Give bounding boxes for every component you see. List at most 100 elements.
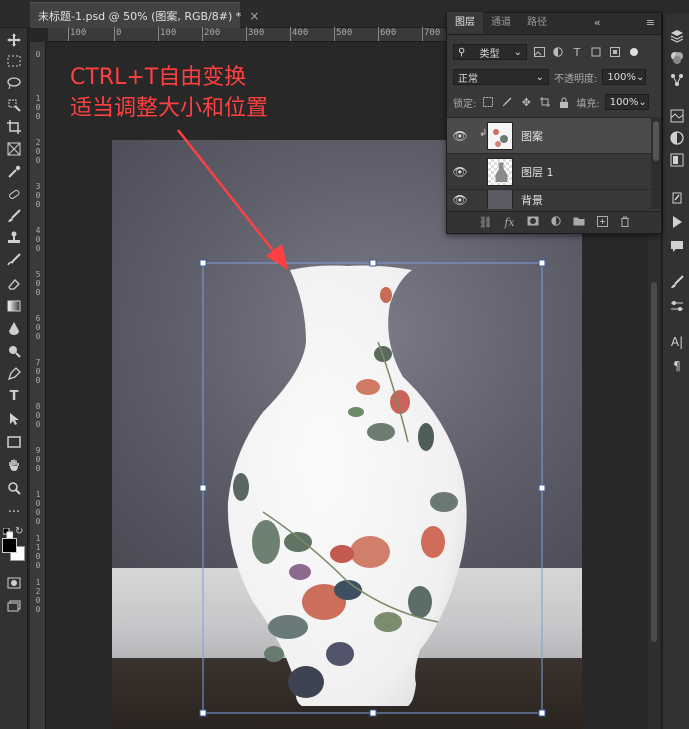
blur-icon[interactable]: [3, 318, 25, 338]
ruler-label: 9 0 0: [35, 446, 41, 473]
visibility-eye-icon[interactable]: 👁: [447, 165, 473, 179]
dodge-icon[interactable]: [3, 341, 25, 361]
more-tools-icon[interactable]: ···: [3, 502, 25, 522]
ruler-tick: [158, 27, 159, 41]
ruler-label: 200: [204, 28, 221, 38]
screen-mode-icon[interactable]: [3, 596, 25, 616]
ruler-label: 500: [336, 28, 353, 38]
layer-name: 图案: [521, 129, 543, 143]
add-mask-icon[interactable]: [527, 216, 539, 229]
filter-smart-object-icon[interactable]: [608, 45, 622, 59]
ruler-label: 1 2 0 0: [35, 578, 41, 614]
rectangle-icon[interactable]: [3, 432, 25, 452]
lock-pixels-icon[interactable]: [500, 95, 514, 109]
marquee-icon[interactable]: [3, 51, 25, 71]
panel-collapse-icon[interactable]: «: [588, 12, 607, 34]
character-icon[interactable]: A|: [667, 332, 687, 352]
path-select-icon[interactable]: [3, 409, 25, 429]
lock-all-icon[interactable]: [557, 95, 571, 109]
ruler-tick: [334, 27, 335, 41]
pen-icon[interactable]: [3, 364, 25, 384]
layers-scrollbar-thumb[interactable]: [653, 121, 659, 161]
tab-channels[interactable]: 通道: [483, 12, 519, 34]
hand-icon[interactable]: [3, 455, 25, 475]
type-icon[interactable]: T: [3, 386, 25, 406]
brushes-icon[interactable]: [667, 272, 687, 292]
default-colors-icon[interactable]: [2, 527, 14, 539]
color-icon[interactable]: [667, 48, 687, 68]
stamp-icon[interactable]: [3, 228, 25, 248]
paragraph-icon[interactable]: ¶: [667, 356, 687, 376]
ruler-label: 1 1 0 0: [35, 534, 41, 570]
filter-pixel-icon[interactable]: [532, 45, 546, 59]
close-tab-icon[interactable]: ×: [249, 9, 259, 23]
eyedropper-icon[interactable]: [3, 162, 25, 182]
lock-position-icon[interactable]: ✥: [519, 95, 533, 109]
panel-tabs: 图层 通道 路径 « ≡: [447, 12, 661, 35]
ruler-label: 3 0 0: [35, 182, 41, 209]
filter-type-icon[interactable]: T: [570, 45, 584, 59]
filter-adjustment-icon[interactable]: [551, 45, 565, 59]
ruler-label: 600: [380, 28, 397, 38]
comment-icon[interactable]: [667, 236, 687, 256]
annotation-line-1: CTRL+T自由变换: [70, 65, 247, 90]
visibility-eye-icon[interactable]: 👁: [447, 193, 473, 207]
tab-paths[interactable]: 路径: [519, 12, 555, 34]
layer-row-layer1[interactable]: 👁 图层 1: [447, 153, 651, 189]
crop-icon[interactable]: [3, 117, 25, 137]
delete-layer-icon[interactable]: [620, 216, 630, 230]
adjustments-icon[interactable]: [667, 128, 687, 148]
actions-icon[interactable]: [667, 212, 687, 232]
opacity-field[interactable]: 100% ⌄: [602, 69, 647, 85]
healing-icon[interactable]: [3, 184, 25, 204]
layer-style-icon[interactable]: fx: [504, 216, 514, 229]
brush-settings-icon[interactable]: [667, 188, 687, 208]
foreground-color-swatch[interactable]: [2, 538, 17, 553]
panel-menu-icon[interactable]: ≡: [640, 12, 661, 34]
ruler-label: 8 0 0: [35, 402, 41, 429]
filter-type-label: 类型: [479, 48, 500, 60]
opacity-value: 100%: [607, 71, 636, 83]
layers-panel-icon[interactable]: [667, 26, 687, 46]
history-brush-icon[interactable]: [3, 250, 25, 270]
quick-select-icon[interactable]: [3, 95, 25, 115]
scrollbar-thumb[interactable]: [651, 282, 657, 642]
filter-shape-icon[interactable]: [589, 45, 603, 59]
quick-mask-icon[interactable]: [3, 573, 25, 593]
blend-row: 正常 ⌄ 不透明度: 100% ⌄: [447, 66, 661, 88]
chevron-down-icon: ⌄: [535, 71, 544, 83]
channels-icon[interactable]: [667, 70, 687, 90]
brush-icon[interactable]: [3, 206, 25, 226]
new-layer-icon[interactable]: [596, 215, 608, 230]
link-layers-icon[interactable]: ⛓: [478, 216, 492, 229]
horizontal-ruler: 100 0 100 200 300 400 500 600 700: [48, 27, 448, 42]
document-title: 未标题-1.psd @ 50% (图案, RGB/8#) *: [38, 9, 242, 23]
chevron-down-icon: ⌄: [638, 96, 647, 108]
gradient-icon[interactable]: [3, 296, 25, 316]
swap-colors-icon[interactable]: ↻: [15, 526, 27, 538]
layer-row-background[interactable]: 👁 背景: [447, 189, 651, 209]
tab-layers[interactable]: 图层: [447, 12, 483, 34]
frame-icon[interactable]: [3, 139, 25, 159]
fill-field[interactable]: 100% ⌄: [604, 94, 649, 110]
filter-toggle-icon[interactable]: [627, 45, 641, 59]
eraser-icon[interactable]: [3, 274, 25, 294]
move-icon[interactable]: [3, 30, 25, 50]
fill-value: 100%: [609, 96, 639, 108]
adjust-sliders-icon[interactable]: [667, 296, 687, 316]
libraries-icon[interactable]: [667, 106, 687, 126]
layers-scrollbar[interactable]: [651, 117, 661, 209]
lock-artboard-icon[interactable]: [538, 95, 552, 109]
filter-type-select[interactable]: ⚲ 类型 ⌄: [453, 44, 527, 60]
new-group-icon[interactable]: [573, 216, 585, 229]
lock-transparent-icon[interactable]: [481, 95, 495, 109]
layers-panel: 图层 通道 路径 « ≡ ⚲ 类型 ⌄ T 正常 ⌄ 不透明度: 100% ⌄ …: [446, 12, 662, 234]
properties-icon[interactable]: [667, 150, 687, 170]
blend-mode-select[interactable]: 正常 ⌄: [453, 69, 549, 85]
zoom-icon[interactable]: [3, 478, 25, 498]
visibility-eye-icon[interactable]: 👁: [447, 129, 473, 143]
layer-row-pattern[interactable]: 👁 ↲ 图案: [447, 117, 651, 153]
document-tab[interactable]: 未标题-1.psd @ 50% (图案, RGB/8#) * ×: [30, 2, 259, 28]
adjustment-layer-icon[interactable]: [550, 216, 561, 229]
lasso-icon[interactable]: [3, 73, 25, 93]
